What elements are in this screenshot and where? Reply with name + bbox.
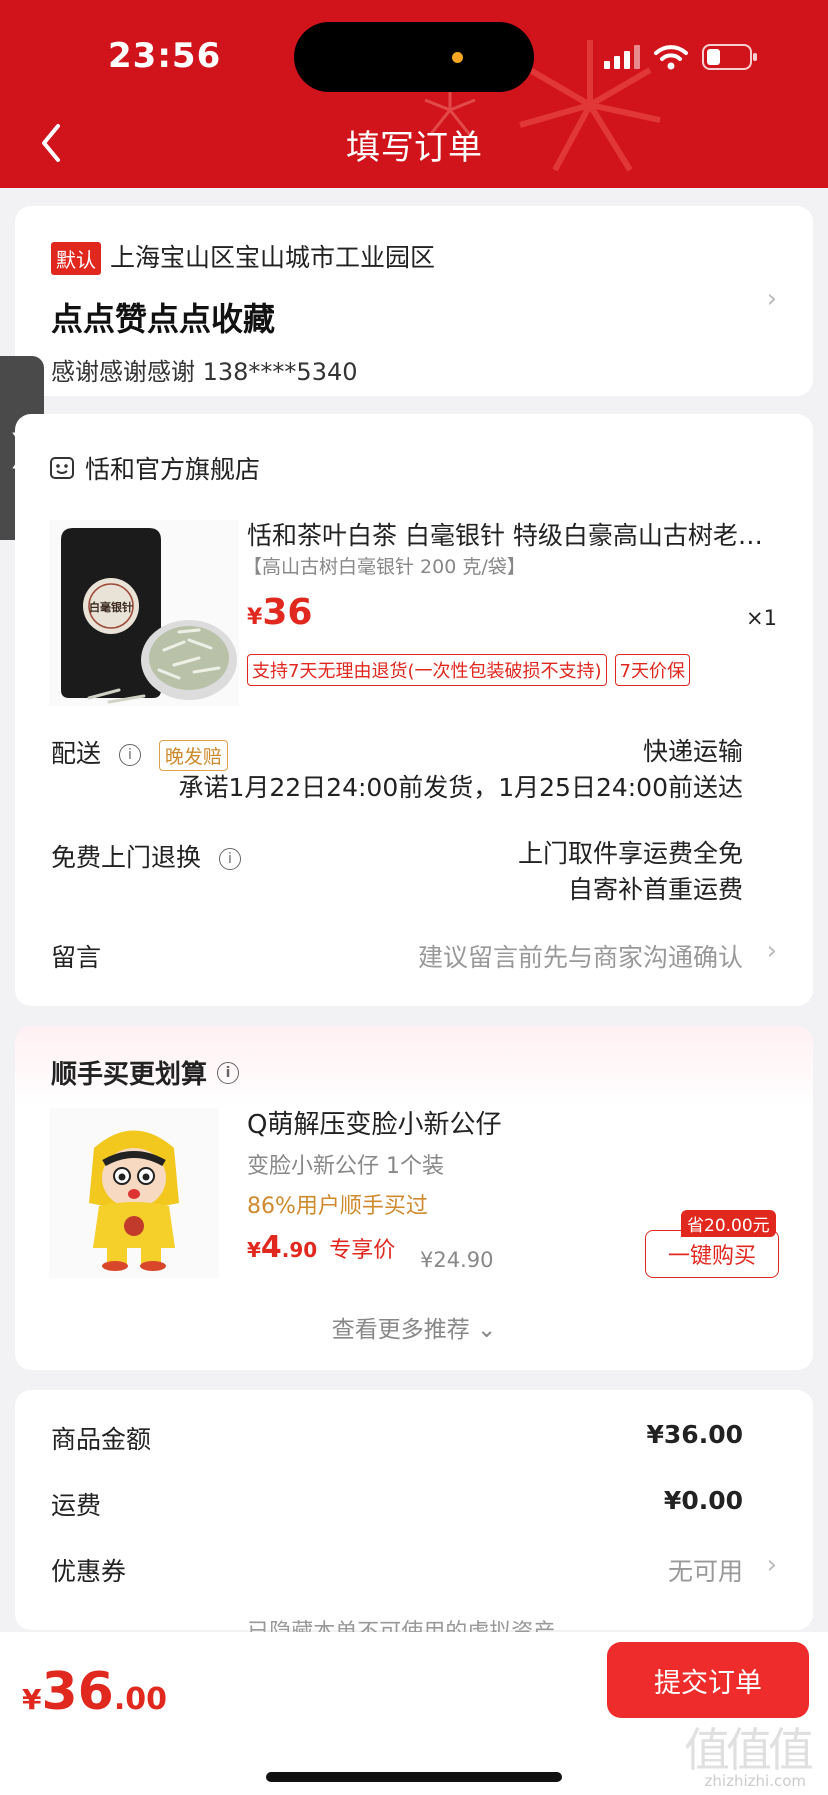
total-int: 36 [41, 1662, 114, 1722]
store-card: 恬和官方旗舰店 白毫银针 恬和茶叶白茶 白毫银针 特级白豪高山古树老… 【高山古… [15, 414, 813, 1006]
recording-dot-icon [452, 52, 463, 63]
more-recommendations-link[interactable]: 查看更多推荐 ⌄ [15, 1310, 813, 1344]
savings-badge: 省20.00元 [681, 1210, 776, 1237]
returns-label: 免费上门退换 [51, 843, 202, 872]
one-click-buy-button[interactable]: 一键购买 [645, 1230, 779, 1278]
signal-icon [604, 45, 640, 69]
goods-amount-label: 商品金额 [51, 1425, 152, 1454]
info-icon[interactable]: i [218, 848, 241, 870]
hidden-assets-note[interactable]: 已隐藏本单不可使用的虚拟资产 ⌄ [0, 1614, 828, 1632]
package-label: 白毫银针 [89, 600, 133, 614]
battery-icon [702, 44, 757, 70]
shipping-label: 运费 [51, 1491, 102, 1520]
product-quantity: ×1 [746, 606, 777, 630]
product-price: ¥36 [247, 592, 312, 633]
product-title[interactable]: 恬和茶叶白茶 白毫银针 特级白豪高山古树老… [247, 516, 787, 552]
upsell-price-currency: ¥ [247, 1238, 261, 1262]
wifi-icon [654, 45, 688, 70]
upsell-product-spec: 变脸小新公仔 1个装 [247, 1154, 444, 1179]
message-input[interactable]: 建议留言前先与商家沟通确认 [418, 938, 743, 974]
price-currency: ¥ [247, 605, 263, 630]
store-header[interactable]: 恬和官方旗舰店 [49, 450, 260, 486]
home-indicator[interactable] [266, 1772, 562, 1782]
delivery-row: 配送 i 晚发赔 [51, 734, 228, 771]
upsell-price-label: 专享价 [329, 1238, 396, 1263]
upsell-price: ¥4.90 专享价 [247, 1230, 395, 1265]
default-address-badge: 默认 [51, 242, 101, 275]
upsell-original-price: ¥24.90 [420, 1248, 494, 1272]
chevron-right-icon: › [766, 1550, 777, 1580]
store-icon [50, 457, 74, 479]
upsell-price-dec: .90 [281, 1238, 318, 1262]
info-icon[interactable]: i [217, 1061, 240, 1084]
store-name: 恬和官方旗舰店 [85, 455, 261, 484]
returns-row: 免费上门退换 i [51, 838, 241, 874]
chevron-right-icon: › [766, 936, 777, 966]
status-bar: 23:56 [0, 0, 828, 110]
upsell-title: 顺手买更划算 i [51, 1054, 240, 1091]
dynamic-island [294, 22, 534, 92]
late-compensation-badge: 晚发赔 [158, 739, 228, 771]
order-summary-card: 商品金额 ¥36.00 运费 ¥0.00 优惠券 无可用 › [15, 1390, 813, 1630]
message-label: 留言 [51, 943, 102, 972]
price-protect-tag: 7天价保 [614, 654, 690, 686]
service-tags: 支持7天无理由退货(一次性包装破损不支持) 7天价保 [247, 654, 690, 686]
shipping-value: ¥0.00 [663, 1486, 743, 1515]
page-title: 填写订单 [346, 128, 482, 168]
info-icon[interactable]: i [118, 744, 141, 766]
product-image[interactable]: 白毫银针 [49, 520, 239, 706]
delivery-label: 配送 [51, 739, 102, 768]
coupon-value[interactable]: 无可用 [668, 1552, 743, 1588]
upsell-price-int: 4 [260, 1230, 282, 1265]
chevron-right-icon: › [766, 284, 777, 314]
status-time: 23:56 [108, 36, 222, 76]
address-card[interactable]: 默认 上海宝山区宝山城市工业园区 点点赞点点收藏 感谢感谢感谢 138****5… [15, 206, 813, 396]
returns-line-2: 自寄补首重运费 [567, 875, 743, 904]
total-dec: .00 [113, 1682, 168, 1717]
order-total: ¥36.00 [22, 1662, 167, 1722]
upsell-product-image[interactable] [49, 1108, 219, 1278]
submit-order-button[interactable]: 提交订单 [607, 1642, 809, 1718]
status-icons [604, 44, 758, 70]
total-currency: ¥ [22, 1683, 42, 1716]
address-region: 上海宝山区宝山城市工业园区 [110, 243, 436, 272]
address-detail: 点点赞点点收藏 [51, 300, 276, 338]
checkout-bar: ¥36.00 提交订单 值值值 zhizhizhi.com [0, 1632, 828, 1795]
upsell-card: 顺手买更划算 i Q萌解压变脸小新公仔 变脸小新公仔 1个装 86%用户顺手买过… [15, 1026, 813, 1370]
returns-line-1: 上门取件享运费全免 [517, 839, 743, 868]
header: 23:56 填写订单 [0, 0, 828, 188]
upsell-product-name[interactable]: Q萌解压变脸小新公仔 [247, 1104, 501, 1141]
upsell-title-text: 顺手买更划算 [51, 1060, 208, 1090]
watermark: 值值值 [684, 1723, 814, 1777]
coupon-label: 优惠券 [51, 1557, 127, 1586]
watermark-url: zhizhizhi.com [704, 1772, 806, 1790]
address-contact: 感谢感谢感谢 138****5340 [51, 358, 358, 386]
delivery-promise: 承诺1月22日24:00前发货，1月25日24:00前送达 [178, 773, 743, 802]
delivery-method: 快递运输 [642, 737, 743, 766]
upsell-bought-rate: 86%用户顺手买过 [247, 1194, 428, 1219]
price-value: 36 [262, 592, 313, 633]
product-spec: 【高山古树白毫银针 200 克/袋】 [243, 556, 526, 578]
return-policy-tag: 支持7天无理由退货(一次性包装破损不支持) [247, 654, 607, 686]
goods-amount-value: ¥36.00 [646, 1420, 743, 1449]
